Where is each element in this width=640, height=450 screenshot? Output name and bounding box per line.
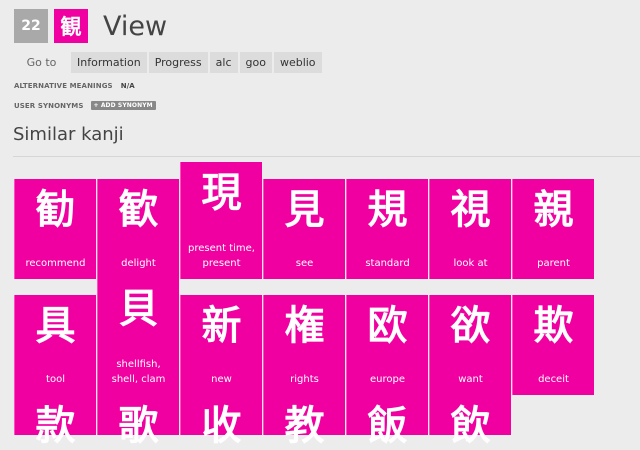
kanji-character: 收: [201, 403, 242, 449]
kanji-character: 勧: [35, 187, 76, 233]
add-synonym-button[interactable]: + ADD SYNONYM: [90, 101, 156, 110]
kanji-tile[interactable]: 歓 delight: [97, 179, 179, 279]
kanji-character: 規: [367, 187, 408, 233]
kanji-meaning: parent: [537, 258, 570, 269]
kanji-meaning: see: [295, 258, 314, 269]
kanji-tile[interactable]: 收: [180, 395, 262, 449]
kanji-character: 款: [35, 403, 76, 449]
tab-alc[interactable]: alc: [209, 52, 238, 73]
kanji-tile[interactable]: 欧 europe: [346, 295, 428, 395]
kanji-tile[interactable]: 親 parent: [512, 179, 594, 279]
kanji-tile[interactable]: 飯: [346, 395, 428, 449]
kanji-tile[interactable]: 規 standard: [346, 179, 428, 279]
kanji-character: 教: [284, 403, 325, 449]
kanji-character: 権: [284, 303, 325, 349]
kanji-character: 親: [533, 187, 574, 233]
tab-progress[interactable]: Progress: [148, 52, 208, 73]
kanji-tile[interactable]: 貝 shellfish, shell, clam: [97, 278, 179, 395]
tab-goo[interactable]: goo: [239, 52, 272, 73]
kanji-character: 飯: [367, 403, 408, 449]
kanji-meaning: delight: [121, 258, 156, 269]
kanji-character: 歌: [118, 403, 159, 449]
kanji-meaning: standard: [365, 258, 410, 269]
section-title: Similar kanji: [13, 124, 124, 145]
page-title: View: [103, 11, 168, 42]
level-badge: 22: [14, 9, 48, 43]
kanji-tile[interactable]: 款: [14, 395, 96, 449]
kanji-character: 欧: [367, 303, 408, 349]
kanji-tile[interactable]: 権 rights: [263, 295, 345, 395]
kanji-meaning: europe: [370, 374, 405, 385]
tab-weblio[interactable]: weblio: [273, 52, 322, 73]
kanji-tile[interactable]: 欲 want: [429, 295, 511, 395]
kanji-tile[interactable]: 教: [263, 395, 345, 449]
kanji-meaning: recommend: [25, 258, 86, 269]
kanji-meaning: rights: [290, 374, 319, 385]
kanji-tile[interactable]: 視 look at: [429, 179, 511, 279]
alternative-meanings-row: ALTERNATIVE MEANINGS N/A: [14, 82, 135, 90]
kanji-meaning: tool: [46, 374, 65, 385]
kanji-meaning: shellfish, shell, clam: [111, 359, 166, 385]
kanji-tile[interactable]: 飲: [429, 395, 511, 449]
kanji-tile[interactable]: 欺 deceit: [512, 295, 594, 395]
user-synonyms-row: USER SYNONYMS + ADD SYNONYM: [14, 101, 156, 110]
kanji-tile[interactable]: 勧 recommend: [14, 179, 96, 279]
kanji-tile[interactable]: 見 see: [263, 179, 345, 279]
kanji-character: 新: [201, 303, 242, 349]
kanji-tile[interactable]: 新 new: [180, 295, 262, 395]
kanji-meaning: present time, present: [188, 243, 255, 269]
tab-goto[interactable]: Go to: [14, 52, 69, 73]
tab-information[interactable]: Information: [71, 52, 147, 73]
kanji-character: 歓: [118, 187, 159, 233]
kanji-character: 見: [284, 187, 325, 233]
kanji-character: 欺: [533, 303, 574, 349]
kanji-meaning: want: [458, 374, 483, 385]
user-synonyms-label: USER SYNONYMS: [14, 101, 84, 110]
alternative-meanings-label: ALTERNATIVE MEANINGS: [14, 82, 113, 90]
kanji-tile[interactable]: 歌: [97, 395, 179, 449]
kanji-character: 貝: [118, 286, 159, 332]
kanji-character: 具: [35, 303, 76, 349]
kanji-meaning: deceit: [538, 374, 569, 385]
kanji-character: 視: [450, 187, 491, 233]
alternative-meanings-value: N/A: [120, 82, 135, 90]
kanji-badge: 観: [54, 9, 88, 43]
kanji-tile[interactable]: 現 present time, present: [180, 162, 262, 279]
tab-bar: Go to Information Progress alc goo webli…: [14, 52, 324, 73]
kanji-tile[interactable]: 具 tool: [14, 295, 96, 395]
kanji-character: 飲: [450, 403, 491, 449]
kanji-meaning: new: [211, 374, 232, 385]
kanji-character: 現: [201, 170, 242, 216]
kanji-meaning: look at: [453, 258, 488, 269]
similar-kanji-grid: 勧 recommend 歓 delight 現 present time, present…: [14, 162, 594, 449]
section-divider: [13, 156, 640, 157]
kanji-character: 欲: [450, 303, 491, 349]
